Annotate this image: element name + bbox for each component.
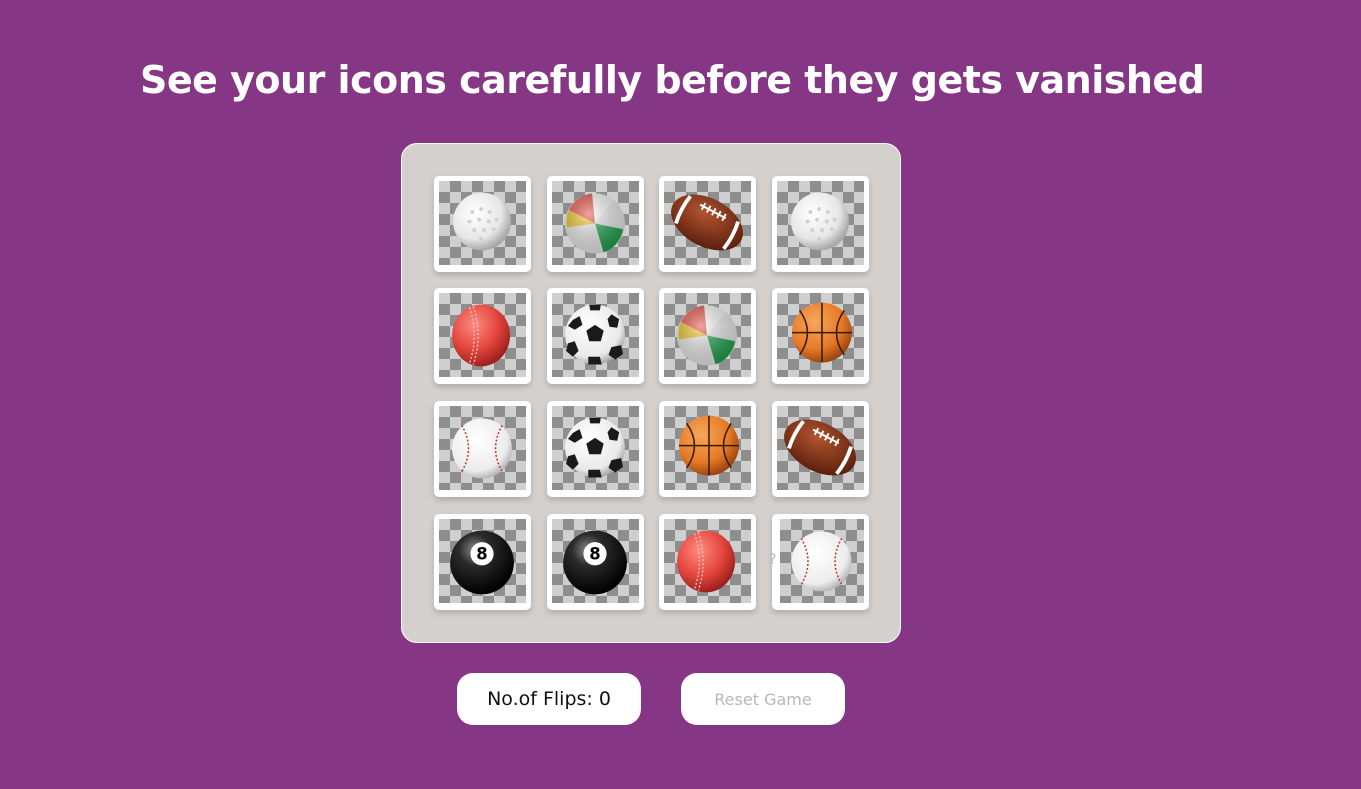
card-american-football[interactable] <box>772 401 869 497</box>
cricket-ball-icon <box>677 530 736 593</box>
card-face <box>780 519 864 603</box>
card-eight-ball[interactable]: 8 <box>547 514 644 610</box>
card-basketball[interactable] <box>659 401 756 497</box>
card-eight-ball[interactable]: 8 <box>434 514 531 610</box>
svg-text:8: 8 <box>589 545 600 564</box>
reset-game-button[interactable]: Reset Game <box>681 673 845 725</box>
card-american-football[interactable] <box>659 176 756 272</box>
card-face <box>664 406 751 490</box>
card-baseball[interactable] <box>434 401 531 497</box>
soccer-ball-icon <box>565 417 625 478</box>
eight-ball-icon: 8 <box>450 530 514 595</box>
beach-ball-icon <box>565 193 625 254</box>
basketball-icon <box>679 415 739 476</box>
card-face: 8 <box>439 519 526 603</box>
card-face <box>664 519 751 603</box>
card-face <box>777 293 864 377</box>
soccer-ball-icon <box>565 304 625 365</box>
card-face <box>664 181 751 265</box>
page-title: See your icons carefully before they get… <box>140 58 1205 102</box>
card-face <box>439 406 526 490</box>
basketball-icon <box>792 302 852 363</box>
baseball-icon <box>452 418 512 479</box>
svg-text:8: 8 <box>476 545 487 564</box>
american-football-icon <box>784 419 856 476</box>
card-back-marker: ? <box>769 552 777 568</box>
beach-ball-icon <box>677 305 737 366</box>
card-face <box>439 293 526 377</box>
baseball-icon <box>791 531 852 592</box>
card-soccer-ball[interactable] <box>547 288 644 384</box>
card-face <box>664 293 751 377</box>
eight-ball-icon: 8 <box>563 530 627 595</box>
card-face <box>552 406 639 490</box>
golf-ball-icon <box>791 192 849 251</box>
card-golf-ball[interactable] <box>434 176 531 272</box>
card-cricket-ball[interactable] <box>659 514 756 610</box>
card-beach-ball[interactable] <box>659 288 756 384</box>
card-beach-ball[interactable] <box>547 176 644 272</box>
card-face <box>777 406 864 490</box>
card-face <box>439 181 526 265</box>
card-face: 8 <box>552 519 639 603</box>
card-face <box>552 181 639 265</box>
american-football-icon <box>671 194 743 251</box>
card-face <box>777 181 864 265</box>
card-baseball[interactable]: ? <box>769 514 869 610</box>
card-cricket-ball[interactable] <box>434 288 531 384</box>
flip-counter: No.of Flips: 0 <box>457 673 641 725</box>
card-face <box>552 293 639 377</box>
card-golf-ball[interactable] <box>772 176 869 272</box>
game-board: 8 8 ? <box>401 143 901 643</box>
cricket-ball-icon <box>452 304 511 367</box>
card-basketball[interactable] <box>772 288 869 384</box>
golf-ball-icon <box>453 192 511 251</box>
card-soccer-ball[interactable] <box>547 401 644 497</box>
